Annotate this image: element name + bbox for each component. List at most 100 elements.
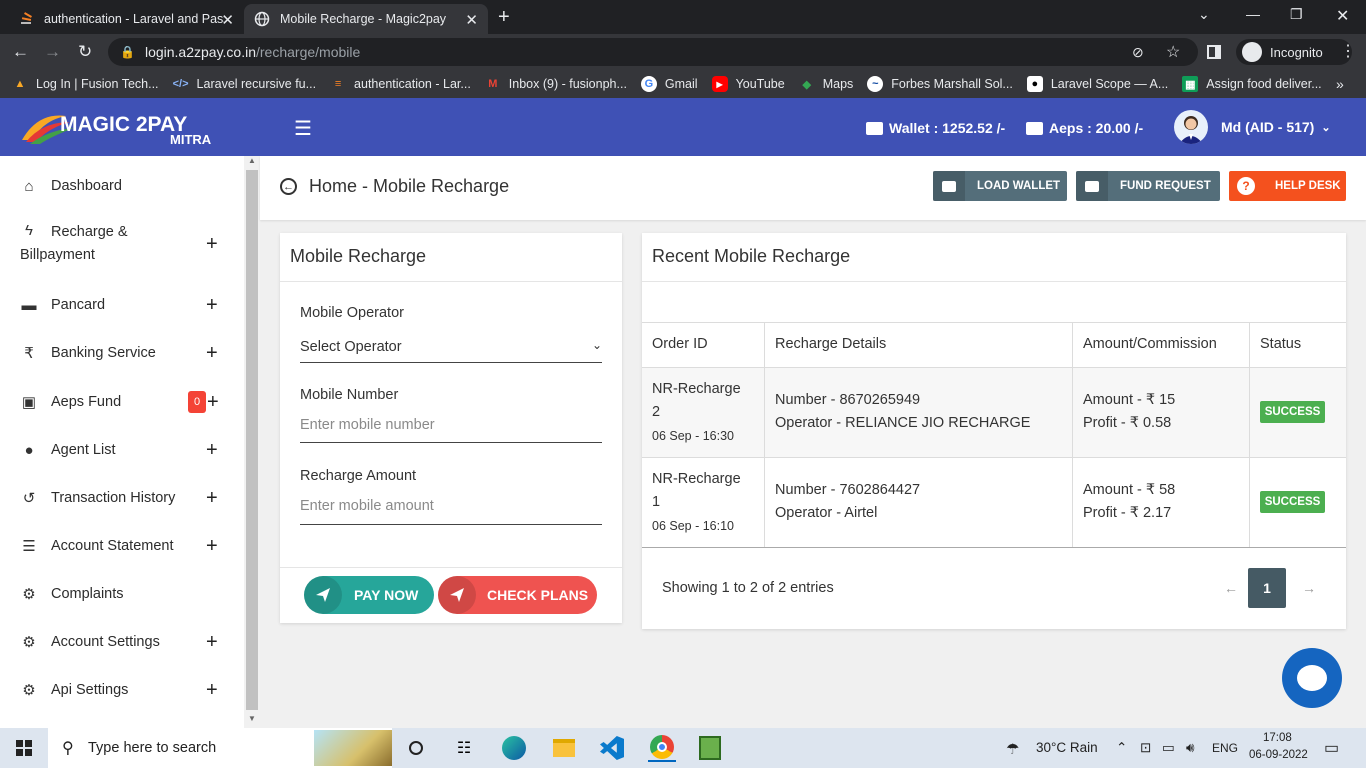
pay-now-button[interactable]: PAY NOW [304,576,434,614]
hamburger-menu-icon[interactable]: ☰ [294,116,312,141]
expand-icon[interactable]: + [206,535,218,558]
recharge-profit: Profit - ₹ 2.17 [1083,505,1172,521]
task-view-icon[interactable] [402,734,430,762]
volume-icon[interactable]: 🔊︎ [1186,740,1195,756]
gear-icon: ⚙ [22,634,36,651]
windows-start-icon[interactable] [16,740,32,756]
language-indicator[interactable]: ENG [1212,741,1238,755]
close-window-icon[interactable]: ✕ [1336,6,1349,26]
bookmark-item[interactable]: ◆ Maps [799,76,853,92]
sidebar-item-agent-list[interactable]: ● Agent List + [0,439,244,462]
sidebar-item-banking[interactable]: ₹ Banking Service + [0,342,244,365]
forward-icon[interactable]: → [44,42,61,62]
user-menu[interactable]: Md (AID - 517) ⌄ [1174,110,1331,144]
history-icon: ↺ [22,490,36,507]
tray-overflow-icon[interactable]: ⌃ [1116,740,1127,756]
bookmark-item[interactable]: ▲ Log In | Fusion Tech... [12,76,159,92]
bookmark-item[interactable]: ≡ authentication - Lar... [330,76,471,92]
fund-request-button[interactable]: FUND REQUEST [1076,171,1220,201]
bookmark-item[interactable]: </> Laravel recursive fu... [173,76,316,92]
table-border [1072,368,1073,457]
expand-icon[interactable]: + [206,342,218,365]
chevron-down-icon: ⌄ [591,338,602,352]
expand-icon[interactable]: + [207,391,219,414]
close-tab-icon[interactable]: ✕ [465,11,478,29]
sidebar-item-complaints[interactable]: ⚙ Complaints [0,584,244,604]
incognito-icon [1242,42,1262,62]
column-header-order-id[interactable]: Order ID [652,336,708,352]
magic2pay-logo[interactable]: MAGIC 2PAY MITRA [20,110,242,147]
bookmark-item[interactable]: ~ Forbes Marshall Sol... [867,76,1013,92]
chat-widget-button[interactable] [1282,648,1342,708]
browser-tab-2[interactable]: Mobile Recharge - Magic2pay ✕ [244,4,488,34]
close-tab-icon[interactable]: ✕ [221,11,234,29]
sidebar-item-account-settings[interactable]: ⚙ Account Settings + [0,631,244,654]
expand-icon[interactable]: + [206,679,218,702]
scroll-down-icon[interactable]: ▼ [248,714,256,723]
sidebar-item-api-settings[interactable]: ⚙ Api Settings + [0,679,244,702]
back-icon[interactable]: ← [12,42,29,62]
chrome-icon[interactable] [648,734,676,762]
eye-off-icon[interactable]: ⊘ [1132,44,1144,61]
page-button-active[interactable]: 1 [1248,568,1286,608]
bookmark-item[interactable]: ▶ YouTube [711,76,785,92]
column-header-amount[interactable]: Amount/Commission [1083,336,1217,352]
restore-icon[interactable]: ❐ [1290,6,1303,23]
widgets-icon[interactable]: ☷ [450,734,478,762]
table-border [642,547,1346,548]
browser-tab-1[interactable]: authentication - Laravel and Pass ✕ [8,4,244,34]
browser-tab-title: authentication - Laravel and Pass [44,12,224,26]
help-desk-button[interactable]: ? HELP DESK [1229,171,1346,201]
expand-icon[interactable]: + [206,487,218,510]
edge-icon[interactable] [500,734,528,762]
bookmark-item[interactable]: M Inbox (9) - fusionph... [485,76,627,92]
expand-icon[interactable]: + [206,294,218,317]
minimize-icon[interactable]: — [1246,6,1260,22]
sidebar-item-transaction-history[interactable]: ↺ Transaction History + [0,487,244,510]
page-title: Home - Mobile Recharge [309,176,510,196]
sidebar-scroll-thumb[interactable] [246,170,258,710]
check-plans-button[interactable]: CHECK PLANS [438,576,597,614]
operator-select[interactable]: Select Operator ⌄ [300,333,602,363]
more-bookmarks-icon[interactable]: » [1336,76,1344,92]
new-tab-button[interactable]: + [498,6,510,29]
bookmark-item[interactable]: ▦ Assign food deliver... [1182,76,1322,92]
incognito-indicator[interactable]: Incognito [1236,39,1352,65]
star-icon[interactable]: ☆ [1166,42,1180,62]
weather-text[interactable]: 30°C Rain [1036,740,1098,755]
load-wallet-button[interactable]: LOAD WALLET [933,171,1067,201]
menu-icon[interactable]: ⋮ [1340,41,1356,61]
sidebar-item-dashboard[interactable]: ⌂ Dashboard [0,176,244,196]
back-arrow-icon[interactable]: ← [280,178,297,195]
column-header-details[interactable]: Recharge Details [775,336,886,352]
clock-time[interactable]: 17:08 [1263,732,1292,744]
prev-page-icon[interactable]: ← [1224,580,1238,596]
address-bar[interactable]: 🔒 login.a2zpay.co.in/recharge/mobile ⊘ ☆ [108,38,1198,66]
sidepanel-icon[interactable] [1207,45,1221,59]
bookmark-item[interactable]: G Gmail [640,76,698,92]
column-header-status[interactable]: Status [1260,336,1301,352]
mobile-number-input[interactable]: Enter mobile number [300,411,602,443]
tab-search-icon[interactable]: ⌄ [1198,6,1210,23]
network-icon[interactable]: ⊡ [1140,740,1151,756]
file-explorer-icon[interactable] [550,734,578,762]
scroll-up-icon[interactable]: ▲ [248,156,256,165]
notifications-icon[interactable]: ▭ [1324,738,1339,758]
sidebar-item-recharge[interactable]: ϟ Recharge & Billpayment + [0,222,244,266]
notepad-icon[interactable] [696,734,724,762]
expand-icon[interactable]: + [206,233,218,256]
battery-icon[interactable]: ▭ [1162,740,1175,756]
clock-date[interactable]: 06-09-2022 [1249,749,1308,761]
bookmark-item[interactable]: ● Laravel Scope — A... [1026,76,1168,92]
taskbar-search-box[interactable]: ⚲ Type here to search [48,728,392,768]
recharge-amount-input[interactable]: Enter mobile amount [300,492,602,525]
sidebar-item-aeps-fund[interactable]: ▣ Aeps Fund 0 + [0,391,244,413]
reload-icon[interactable]: ↻ [78,42,92,62]
sidebar-item-pancard[interactable]: ▬ Pancard + [0,294,244,317]
expand-icon[interactable]: + [206,631,218,654]
rupee-icon: ₹ [24,345,34,362]
next-page-icon[interactable]: → [1302,580,1316,596]
sidebar-item-account-statement[interactable]: ☰ Account Statement + [0,535,244,558]
vscode-icon[interactable] [598,734,626,762]
expand-icon[interactable]: + [206,439,218,462]
